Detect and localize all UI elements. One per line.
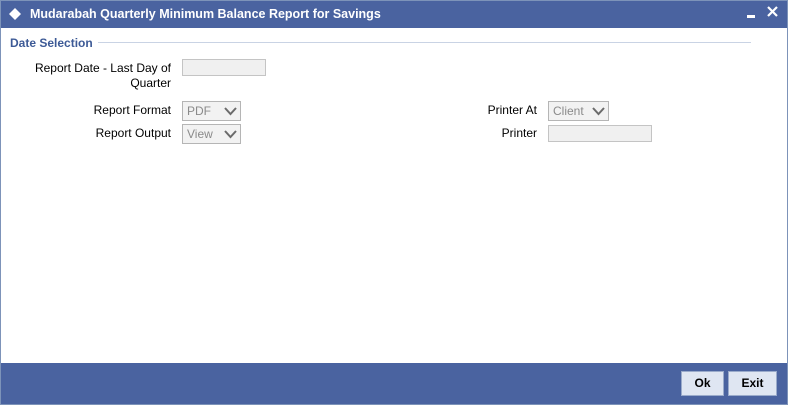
section-divider <box>98 42 751 43</box>
report-date-label-line2: Quarter <box>130 76 171 90</box>
minimize-icon[interactable] <box>743 4 761 22</box>
report-format-value: PDF <box>187 104 211 118</box>
ok-button[interactable]: Ok <box>681 371 724 396</box>
exit-button[interactable]: Exit <box>728 371 777 396</box>
report-output-select[interactable]: View <box>182 124 241 144</box>
report-date-label-line1: Report Date - Last Day of <box>34 61 171 75</box>
printer-at-select[interactable]: Client <box>548 101 609 121</box>
printer-label: Printer <box>501 126 537 140</box>
chevron-down-icon <box>224 130 237 139</box>
diamond-icon <box>9 8 21 20</box>
report-output-label: Report Output <box>95 126 171 140</box>
section-legend-date-selection: Date Selection <box>10 36 93 50</box>
report-date-label: Report Date - Last Day of Quarter <box>11 61 171 91</box>
report-format-label: Report Format <box>93 103 171 117</box>
report-window: Mudarabah Quarterly Minimum Balance Repo… <box>0 0 788 405</box>
chevron-down-icon <box>224 107 237 116</box>
printer-field[interactable] <box>548 125 652 142</box>
report-format-select[interactable]: PDF <box>182 101 241 121</box>
printer-at-value: Client <box>553 104 584 118</box>
footer-bar: Ok Exit <box>1 363 787 404</box>
window-title: Mudarabah Quarterly Minimum Balance Repo… <box>30 7 381 21</box>
chevron-down-icon <box>592 107 605 116</box>
close-icon[interactable] <box>764 4 782 22</box>
title-bar: Mudarabah Quarterly Minimum Balance Repo… <box>1 1 787 28</box>
report-output-value: View <box>187 127 213 141</box>
printer-at-label: Printer At <box>487 103 537 117</box>
report-date-field[interactable] <box>182 59 266 76</box>
